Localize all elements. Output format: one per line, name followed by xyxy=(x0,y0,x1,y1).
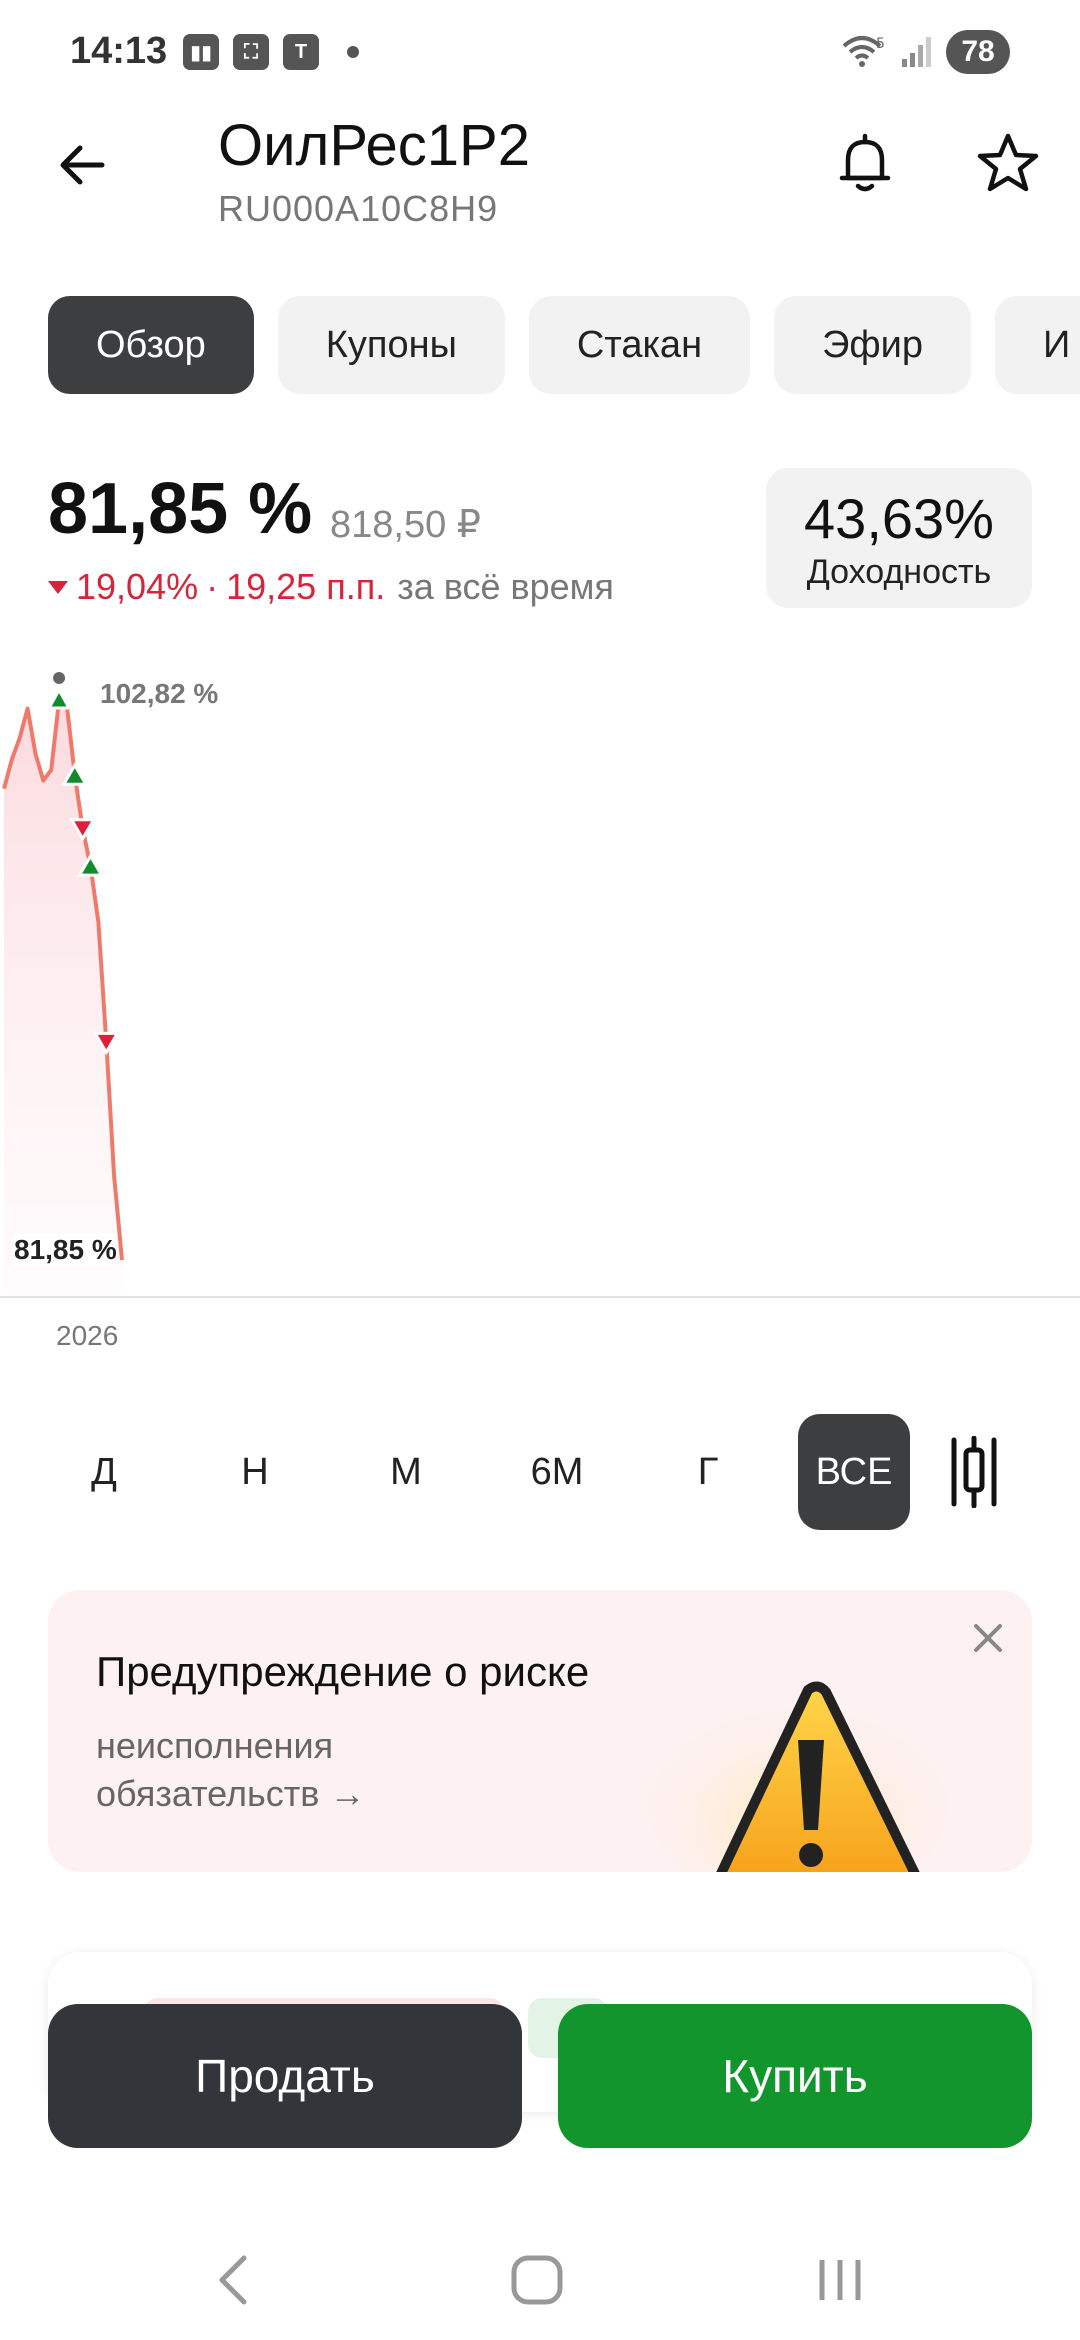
risk-title: Предупреждение о риске xyxy=(96,1648,590,1695)
wifi-5-icon: 5 xyxy=(842,36,885,67)
chart-max-dot xyxy=(53,672,66,684)
isin-code: RU000A10C8H9 xyxy=(218,188,499,229)
risk-warning-card[interactable]: Предупреждение о риске неисполнения обяз… xyxy=(48,1590,1032,1872)
battery-indicator: 78 xyxy=(946,30,1010,74)
change-period: за всё время xyxy=(397,566,614,607)
tab-more[interactable]: И xyxy=(995,296,1080,394)
period-month[interactable]: М xyxy=(350,1414,462,1530)
shield-t-icon: T xyxy=(283,34,319,70)
dot-icon xyxy=(347,46,359,58)
svg-text:5: 5 xyxy=(876,36,885,52)
nav-recents-icon[interactable] xyxy=(800,2240,880,2320)
chart-marker-up xyxy=(46,686,72,710)
period-selector: Д Н М 6М Г ВСЕ xyxy=(48,1414,1038,1530)
sell-button[interactable]: Продать xyxy=(48,2004,522,2148)
tab-orderbook[interactable]: Стакан xyxy=(528,296,751,394)
tab-coupons[interactable]: Купоны xyxy=(277,296,505,394)
header: ОилРес1Р2 RU000A10C8H9 xyxy=(0,100,1080,250)
change-percent: 19,04% xyxy=(76,566,199,607)
period-all[interactable]: ВСЕ xyxy=(798,1414,910,1530)
tabs-bar: Обзор Купоны Стакан Эфир И xyxy=(48,296,1080,394)
yield-label: Доходность xyxy=(806,553,992,591)
period-week[interactable]: Н xyxy=(199,1414,311,1530)
gallery-icon: ▮▮ xyxy=(183,34,219,70)
chart-svg xyxy=(2,672,124,1296)
risk-subtitle[interactable]: неисполнения обязательств → xyxy=(96,1722,516,1818)
tab-feed[interactable]: Эфир xyxy=(774,296,971,394)
price-change: 19,04% · 19,25 п.п. за всё время xyxy=(48,566,614,608)
chart-x-axis xyxy=(0,1296,1080,1298)
bell-icon[interactable] xyxy=(830,128,900,198)
close-icon[interactable] xyxy=(968,1618,1008,1658)
period-year[interactable]: Г xyxy=(652,1414,764,1530)
chart-max-label: 102,82 % xyxy=(100,678,219,709)
down-triangle-icon xyxy=(48,580,68,594)
page-title: ОилРес1Р2 xyxy=(218,113,530,178)
status-bar: 14:13 ▮▮ ⛶ T 5 78 xyxy=(0,0,1080,100)
nav-home-icon[interactable] xyxy=(498,2240,578,2320)
system-nav-bar xyxy=(0,2220,1080,2340)
price-rub: 818,50 ₽ xyxy=(330,504,481,546)
star-icon[interactable] xyxy=(972,128,1044,200)
chart-x-tick-label: 2026 xyxy=(56,1320,119,1351)
status-right: 5 78 xyxy=(842,30,1010,74)
back-arrow-icon[interactable] xyxy=(50,130,120,200)
period-day[interactable]: Д xyxy=(48,1414,160,1530)
warning-triangle-icon xyxy=(648,1681,948,1872)
status-time: 14:13 xyxy=(70,30,168,72)
screenshot-icon: ⛶ xyxy=(233,34,269,70)
yield-value: 43,63% xyxy=(804,487,994,550)
price-percent: 81,85 % xyxy=(48,469,313,549)
period-6m[interactable]: 6М xyxy=(501,1414,613,1530)
buy-button[interactable]: Купить xyxy=(558,2004,1032,2148)
change-pp: 19,25 п.п. xyxy=(226,566,386,607)
status-icons-left: ▮▮ ⛶ T xyxy=(183,34,359,70)
chart-min-label: 81,85 % xyxy=(14,1234,117,1266)
price-chart[interactable]: 102,82 % 81,85 % 2026 xyxy=(0,660,1080,1360)
nav-back-icon[interactable] xyxy=(196,2240,276,2320)
change-separator: · xyxy=(206,566,219,607)
signal-icon xyxy=(902,37,931,67)
tab-overview[interactable]: Обзор xyxy=(48,296,254,394)
yield-box[interactable]: 43,63% Доходность xyxy=(766,468,1032,608)
candlestick-icon[interactable] xyxy=(944,1436,1004,1508)
